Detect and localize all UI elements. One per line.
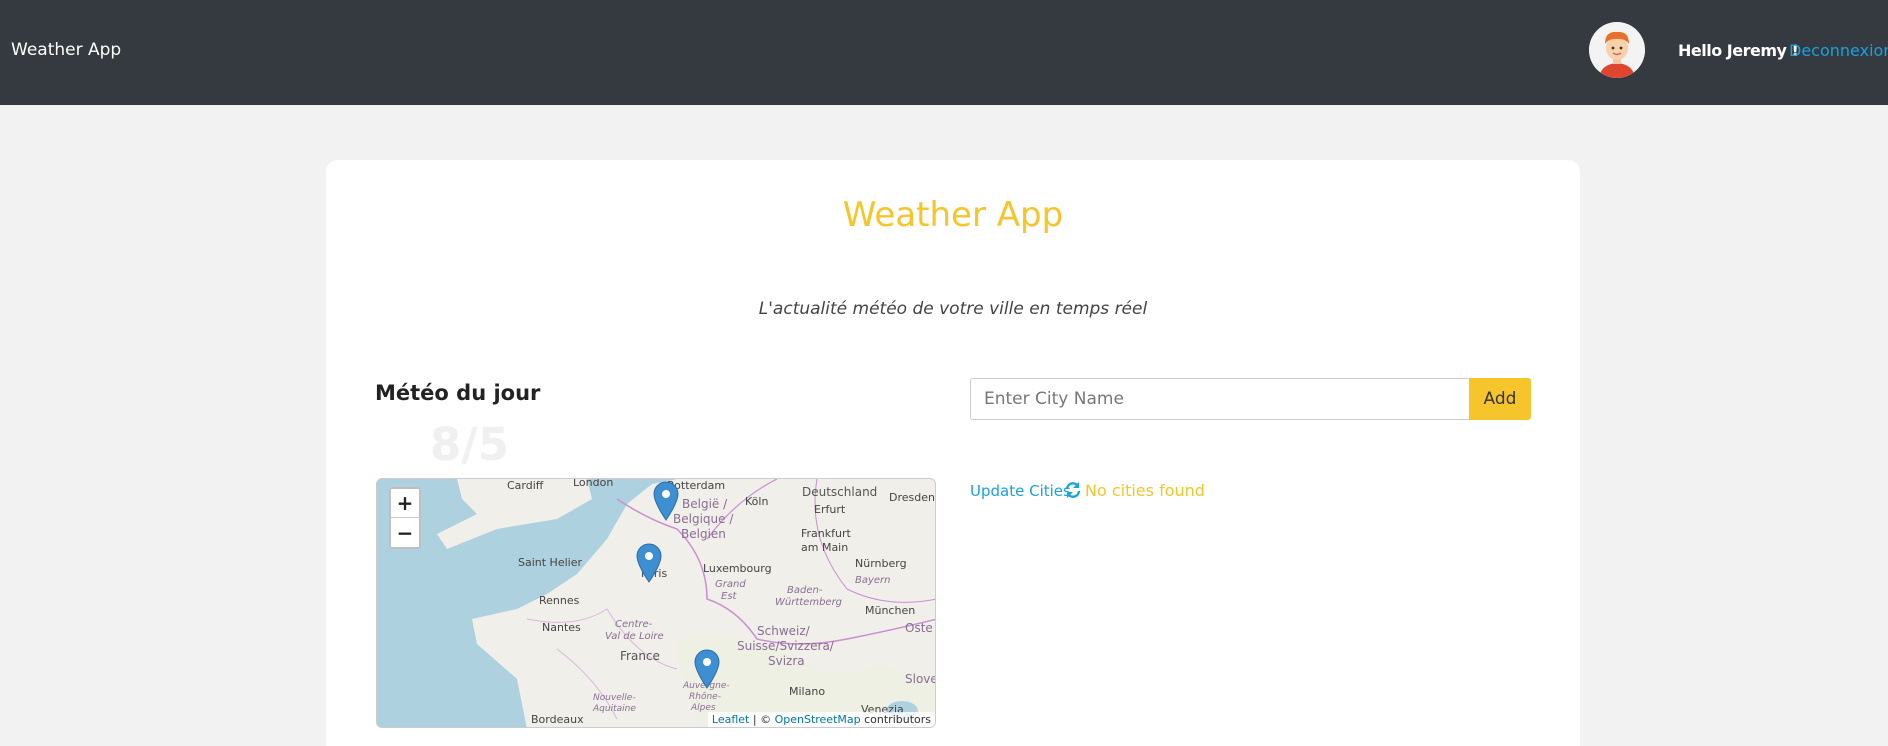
update-cities-link[interactable]: Update Cities (970, 482, 1071, 500)
map-label: Slove (905, 672, 936, 686)
map-marker-icon[interactable] (636, 543, 662, 583)
map-label: Val de Loire (605, 631, 664, 642)
map-label: Saint Helier (518, 556, 583, 569)
city-name-input[interactable] (970, 378, 1470, 420)
map-label: Köln (745, 495, 769, 508)
date-display: 8/5 (430, 418, 510, 471)
navbar: Weather App Hello Jeremy ! Deconnexion (0, 0, 1888, 105)
map-marker-icon[interactable] (694, 649, 720, 689)
map-label: Nürnberg (855, 557, 907, 570)
map-label: am Main (801, 541, 849, 554)
map-label: Aquitaine (593, 704, 636, 714)
map-attribution: Leaflet | © OpenStreetMap contributors (707, 712, 935, 727)
map-label: Bordeaux (531, 713, 584, 726)
osm-link[interactable]: OpenStreetMap (775, 713, 861, 726)
attribution-suffix: contributors (860, 713, 931, 726)
logout-link[interactable]: Deconnexion (1789, 41, 1888, 60)
page-title: Weather App (842, 195, 1064, 235)
avatar-icon (1589, 22, 1645, 78)
map-label: München (865, 604, 916, 617)
no-cities-message: No cities found (1085, 481, 1205, 500)
map-label: Belgien (681, 527, 726, 541)
map-label: Svizra (768, 654, 805, 668)
map-label: Belgique / (673, 512, 734, 526)
zoom-control: + − (389, 487, 421, 549)
map-label: Baden- (787, 585, 823, 596)
map-label: Cardiff (507, 479, 544, 492)
map-label: Rennes (539, 594, 580, 607)
map-label: Centre- (615, 619, 653, 630)
map-label: Milano (789, 685, 826, 698)
map-label: Suisse/Svizzera/ (737, 639, 834, 653)
map[interactable]: Cardiff London Rotterdam Deutschland Dre… (376, 478, 936, 728)
leaflet-link[interactable]: Leaflet (712, 713, 749, 726)
map-label: Rhône- (689, 692, 721, 702)
greeting: Hello Jeremy ! (1678, 41, 1799, 60)
map-label: België / (682, 497, 728, 511)
map-label: Frankfurt (801, 527, 851, 540)
map-label: Est (721, 591, 737, 602)
map-label: Bayern (855, 575, 891, 586)
add-city-button[interactable]: Add (1469, 378, 1531, 420)
map-label: Nouvelle- (593, 693, 636, 703)
map-label: London (573, 478, 614, 489)
avatar (1589, 22, 1645, 78)
map-label: Oste (905, 621, 933, 635)
meteo-title: Météo du jour (375, 381, 541, 405)
map-label: Luxembourg (703, 562, 772, 575)
map-label: Schweiz/ (757, 624, 810, 638)
attribution-separator: | © (749, 713, 775, 726)
zoom-out-button[interactable]: − (391, 518, 419, 547)
map-label: Dresden (889, 491, 935, 504)
map-label: France (620, 649, 660, 663)
zoom-in-button[interactable]: + (391, 489, 419, 518)
map-label: Deutschland (802, 485, 878, 499)
tagline: L'actualité météo de votre ville en temp… (758, 299, 1148, 319)
map-label: Grand (715, 579, 746, 590)
map-marker-icon[interactable] (653, 481, 679, 521)
brand[interactable]: Weather App (11, 40, 121, 60)
map-label: Erfurt (814, 503, 846, 516)
map-label: Württemberg (775, 597, 843, 608)
map-label: Nantes (542, 621, 581, 634)
refresh-icon[interactable] (1064, 481, 1082, 499)
